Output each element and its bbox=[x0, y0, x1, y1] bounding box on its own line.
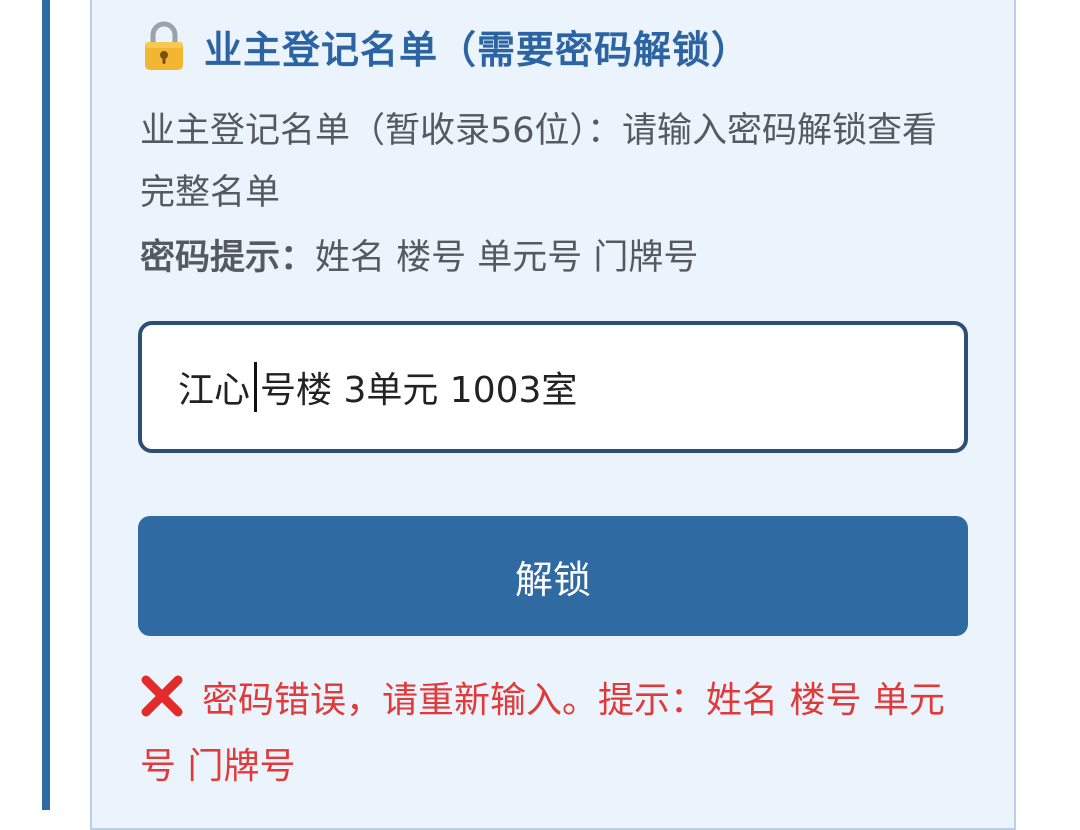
error-message-text: 密码错误，请重新输入。提示：姓名 楼号 单元号 门牌号 bbox=[140, 680, 945, 787]
password-input-text-before-caret: 江心 bbox=[178, 370, 251, 411]
lock-icon bbox=[145, 21, 183, 70]
password-hint: 密码提示：姓名 楼号 单元号 门牌号 bbox=[140, 228, 698, 288]
left-accent-bar bbox=[42, 0, 50, 810]
password-input-text-after-caret: 号楼 3单元 1003室 bbox=[260, 370, 578, 411]
x-icon bbox=[141, 675, 183, 717]
error-message: 密码错误，请重新输入。提示：姓名 楼号 单元号 门牌号 bbox=[140, 668, 970, 800]
password-hint-text: 姓名 楼号 单元号 门牌号 bbox=[315, 238, 699, 278]
unlock-button[interactable]: 解锁 bbox=[138, 516, 968, 636]
password-input[interactable]: 江心 号楼 3单元 1003室 bbox=[138, 321, 968, 453]
panel-title: 业主登记名单（需要密码解锁） bbox=[204, 27, 751, 72]
text-caret bbox=[254, 362, 258, 412]
panel-header: 业主登记名单（需要密码解锁） bbox=[142, 18, 750, 74]
password-hint-label: 密码提示： bbox=[140, 238, 316, 278]
panel-description: 业主登记名单（暂收录56位）：请输入密码解锁查看完整名单 bbox=[140, 111, 938, 213]
